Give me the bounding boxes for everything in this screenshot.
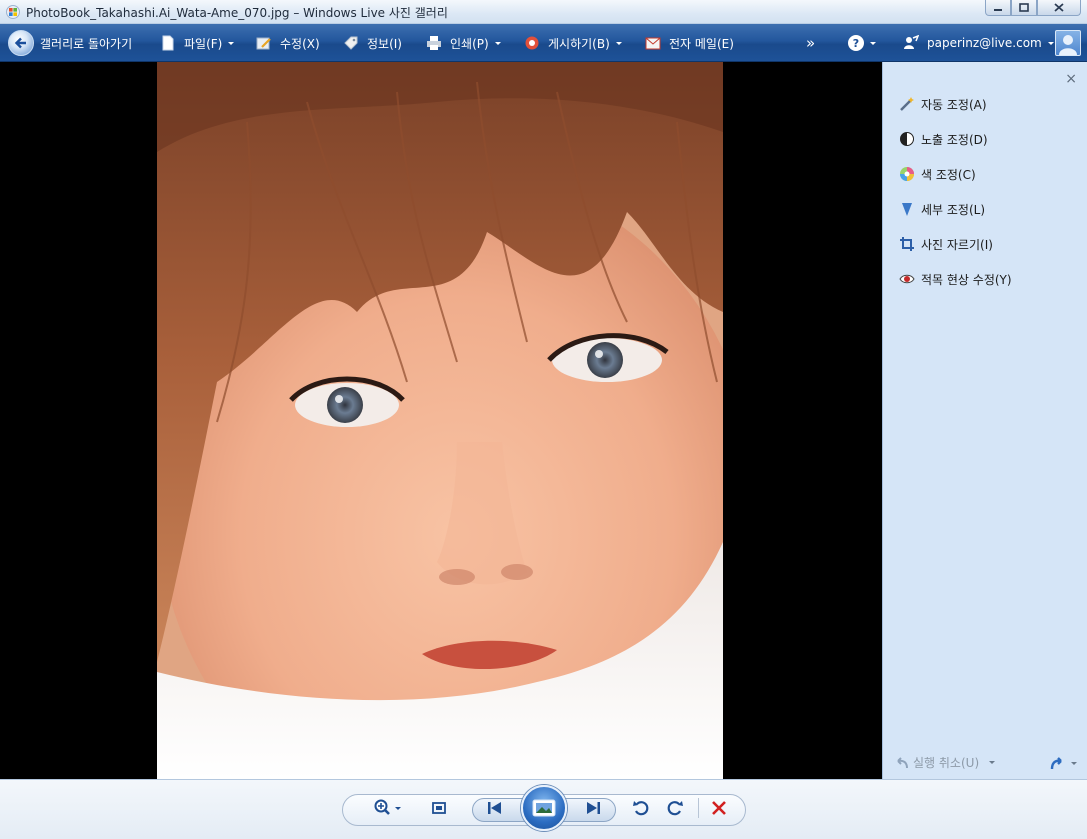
email-icon (645, 37, 661, 50)
chevron-down-icon (1047, 41, 1054, 45)
exposure-label: 노출 조정(D) (921, 132, 988, 147)
title-bar: PhotoBook_Takahashi.Ai_Wata-Ame_070.jpg … (0, 0, 1087, 24)
color-label: 색 조정(C) (921, 167, 976, 182)
crop-icon (900, 237, 914, 251)
detail-label: 세부 조정(L) (921, 202, 986, 217)
red-eye-item[interactable]: 적목 현상 수정(Y) (899, 269, 1012, 289)
overflow-button[interactable]: » (806, 24, 815, 62)
publish-menu-button[interactable]: 게시하기(B) (524, 24, 622, 62)
windows-logo-icon (6, 5, 20, 19)
previous-button[interactable] (480, 796, 510, 820)
print-label: 인쇄(P) (450, 36, 489, 51)
overflow-chevron-icon: » (806, 34, 816, 52)
auto-adjust-label: 자동 조정(A) (921, 97, 987, 112)
zoom-icon (374, 799, 390, 815)
chevron-down-icon (494, 41, 501, 45)
zoom-button[interactable] (370, 796, 404, 820)
email-button[interactable]: 전자 메일(E) (645, 24, 734, 62)
file-icon (162, 35, 174, 51)
close-button[interactable] (1037, 0, 1081, 16)
minimize-icon (994, 8, 1002, 11)
window-title: PhotoBook_Takahashi.Ai_Wata-Ame_070.jpg … (26, 6, 448, 20)
chevron-down-icon (1071, 761, 1077, 765)
back-arrow-icon (8, 30, 34, 56)
delete-button[interactable] (706, 796, 732, 820)
user-avatar[interactable] (1055, 30, 1081, 56)
undo-icon (897, 756, 908, 768)
previous-icon (488, 802, 501, 814)
file-menu-button[interactable]: 파일(F) (160, 24, 235, 62)
back-to-gallery-button[interactable]: 갤러리로 돌아가기 (8, 24, 132, 62)
edit-label: 수정(X) (280, 36, 320, 51)
back-label: 갤러리로 돌아가기 (40, 36, 133, 51)
color-wheel-icon (900, 167, 914, 181)
chevron-down-icon (870, 41, 876, 45)
tag-icon (344, 36, 358, 50)
exposure-icon (900, 132, 914, 146)
publish-label: 게시하기(B) (548, 36, 610, 51)
rotate-right-icon (667, 801, 683, 816)
chevron-down-icon (395, 806, 401, 810)
close-icon (1054, 3, 1064, 12)
command-toolbar: 갤러리로 돌아가기 파일(F) 수정(X) 정보(I) 인쇄(P) 게시하기(B… (0, 24, 1087, 62)
edit-icon (256, 37, 271, 50)
redo-button[interactable] (1049, 755, 1077, 771)
red-eye-icon (899, 274, 915, 284)
rotate-right-button[interactable] (662, 796, 688, 820)
help-icon: ? (848, 35, 864, 51)
undo-button[interactable]: 실행 취소(U) (895, 754, 996, 771)
print-menu-button[interactable]: 인쇄(P) (426, 24, 501, 62)
chevron-down-icon (615, 41, 622, 45)
crop-label: 사진 자르기(I) (921, 237, 993, 252)
edit-button[interactable]: 수정(X) (256, 24, 320, 62)
chevron-down-icon (228, 41, 235, 45)
fit-window-icon (432, 802, 446, 814)
help-button[interactable]: ? (848, 24, 876, 62)
redo-icon (1050, 757, 1062, 770)
auto-adjust-item[interactable]: 자동 조정(A) (899, 94, 987, 114)
undo-label: 실행 취소(U) (913, 756, 980, 770)
color-item[interactable]: 색 조정(C) (899, 164, 976, 184)
photo-portrait-image (157, 62, 723, 779)
fix-panel: × 자동 조정(A) 노출 조정(D) 색 조정(C) 세부 조정(L) 사진 … (882, 62, 1087, 779)
detail-item[interactable]: 세부 조정(L) (899, 199, 985, 219)
printer-icon (427, 36, 441, 50)
red-eye-label: 적목 현상 수정(Y) (921, 272, 1012, 287)
maximize-icon (1019, 3, 1029, 12)
rotate-left-icon (633, 801, 649, 816)
rotate-left-button[interactable] (628, 796, 654, 820)
delete-icon (712, 801, 726, 815)
file-label: 파일(F) (184, 36, 223, 51)
user-avatar-icon (1059, 35, 1077, 55)
toolbar-separator (698, 798, 699, 818)
info-label: 정보(I) (367, 36, 402, 51)
slideshow-icon (532, 799, 556, 817)
exposure-item[interactable]: 노출 조정(D) (899, 129, 988, 149)
crop-item[interactable]: 사진 자르기(I) (899, 234, 993, 254)
actual-size-button[interactable] (426, 796, 452, 820)
slideshow-button[interactable] (521, 785, 567, 831)
displayed-photo[interactable] (157, 62, 723, 779)
photo-viewer (0, 62, 882, 779)
account-label: paperinz@live.com (927, 36, 1042, 50)
detail-icon (902, 203, 912, 216)
chevron-down-icon (989, 761, 996, 764)
panel-close-button[interactable]: × (1065, 71, 1077, 87)
account-menu-button[interactable]: paperinz@live.com (903, 24, 1054, 62)
minimize-button[interactable] (985, 0, 1011, 16)
info-button[interactable]: 정보(I) (343, 24, 402, 62)
maximize-button[interactable] (1011, 0, 1037, 16)
magic-wand-icon (900, 97, 914, 111)
help-label: ? (852, 36, 860, 50)
next-icon (587, 802, 600, 814)
messenger-icon (904, 35, 919, 49)
publish-icon (525, 36, 539, 50)
next-button[interactable] (578, 796, 608, 820)
email-label: 전자 메일(E) (669, 36, 734, 51)
